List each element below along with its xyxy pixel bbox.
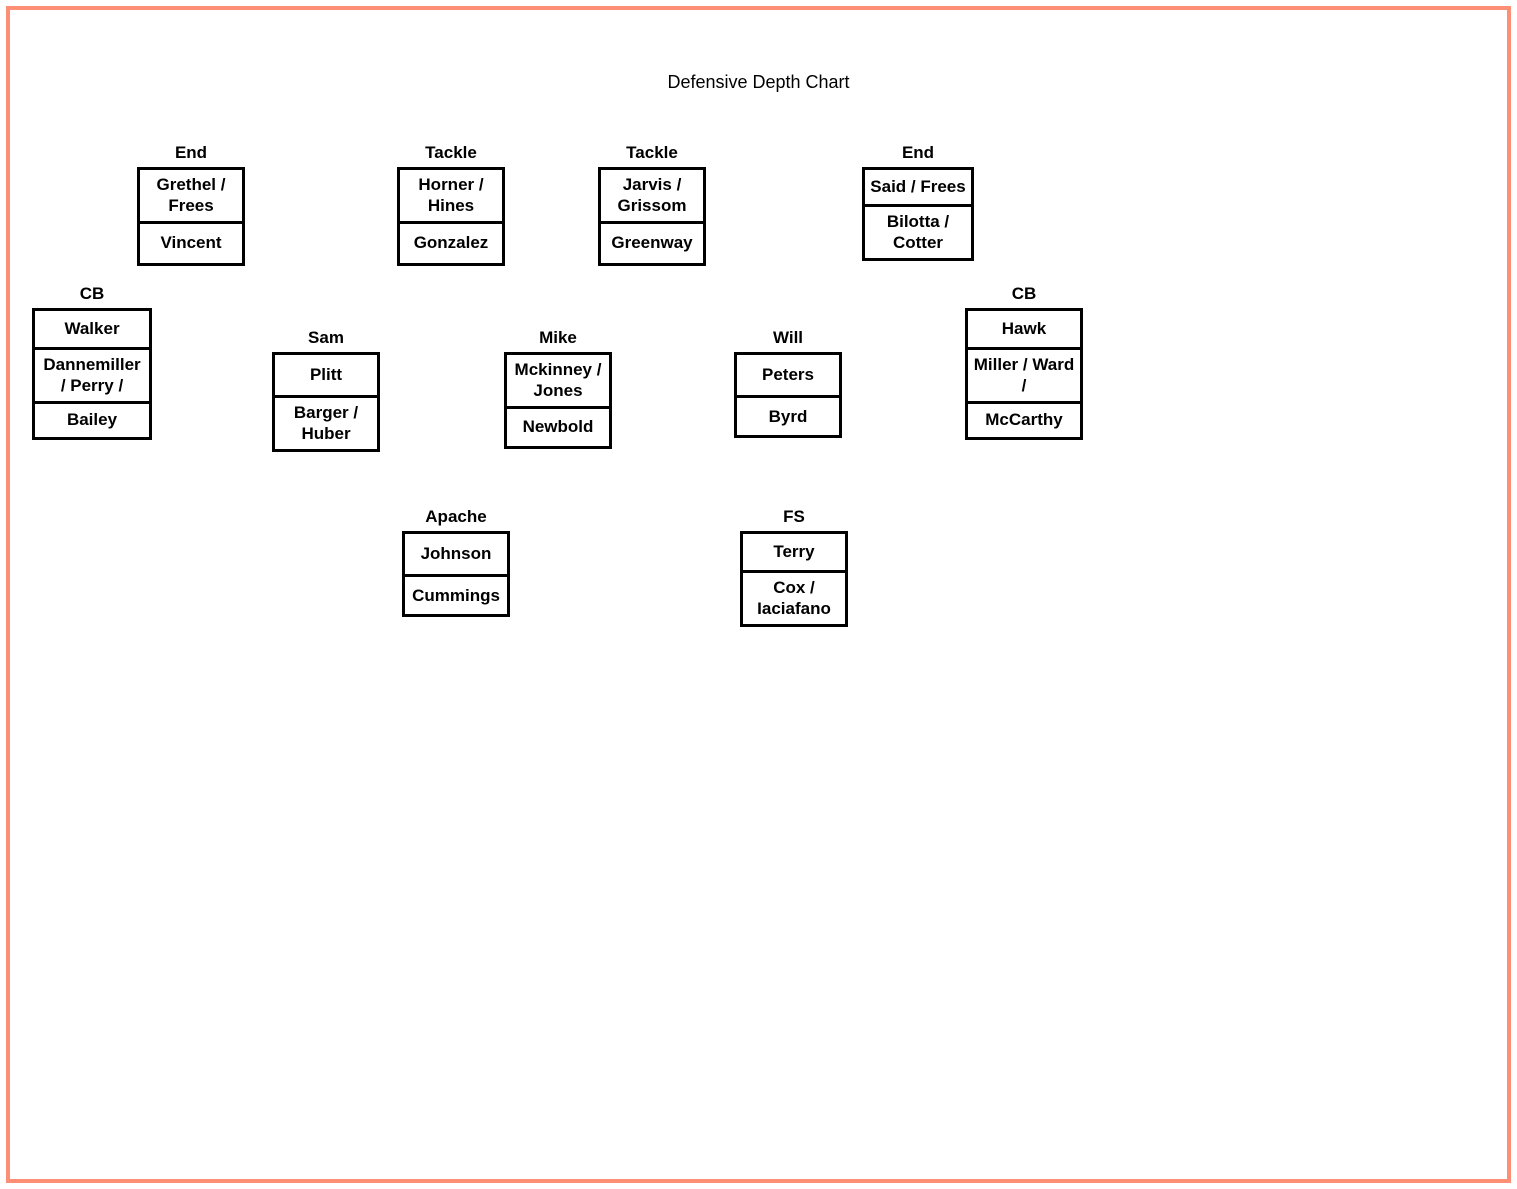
position-label: Tackle (425, 143, 477, 163)
depth-slot-1: Said / Frees (865, 170, 971, 204)
position-mike: Mike Mckinney / Jones Newbold (504, 328, 612, 449)
position-label: End (902, 143, 934, 163)
position-tackle-right: Tackle Jarvis / Grissom Greenway (598, 143, 706, 266)
depth-slot-1: Mckinney / Jones (507, 355, 609, 406)
depth-stack: Hawk Miller / Ward / McCarthy (965, 308, 1083, 440)
position-cb-left: CB Walker Dannemiller / Perry / Bailey (32, 284, 152, 440)
depth-slot-2: Newbold (507, 406, 609, 446)
depth-slot-2: Byrd (737, 395, 839, 435)
position-cb-right: CB Hawk Miller / Ward / McCarthy (965, 284, 1083, 440)
depth-stack: Horner / Hines Gonzalez (397, 167, 505, 266)
depth-stack: Grethel / Frees Vincent (137, 167, 245, 266)
depth-slot-2: Vincent (140, 221, 242, 263)
depth-slot-1: Horner / Hines (400, 170, 502, 221)
position-label: CB (80, 284, 105, 304)
position-label: Sam (308, 328, 344, 348)
depth-stack: Peters Byrd (734, 352, 842, 438)
chart-title: Defensive Depth Chart (10, 72, 1507, 93)
depth-slot-2: Miller / Ward / (968, 347, 1080, 401)
position-label: Tackle (626, 143, 678, 163)
position-label: FS (783, 507, 805, 527)
position-will: Will Peters Byrd (734, 328, 842, 438)
depth-stack: Johnson Cummings (402, 531, 510, 617)
depth-slot-1: Plitt (275, 355, 377, 395)
depth-slot-2: Greenway (601, 221, 703, 263)
position-end-right: End Said / Frees Bilotta / Cotter (862, 143, 974, 261)
depth-slot-2: Cox / Iaciafano (743, 570, 845, 624)
position-label: CB (1012, 284, 1037, 304)
depth-slot-1: Terry (743, 534, 845, 570)
depth-slot-1: Grethel / Frees (140, 170, 242, 221)
depth-stack: Said / Frees Bilotta / Cotter (862, 167, 974, 261)
depth-chart-canvas: Defensive Depth Chart End Grethel / Free… (10, 10, 1507, 1179)
position-sam: Sam Plitt Barger / Huber (272, 328, 380, 452)
depth-slot-2: Barger / Huber (275, 395, 377, 449)
depth-slot-2: Bilotta / Cotter (865, 204, 971, 258)
depth-stack: Plitt Barger / Huber (272, 352, 380, 452)
depth-slot-1: Johnson (405, 534, 507, 574)
page-frame: Defensive Depth Chart End Grethel / Free… (6, 6, 1511, 1183)
depth-slot-1: Peters (737, 355, 839, 395)
depth-slot-3: Bailey (35, 401, 149, 437)
position-label: Apache (425, 507, 486, 527)
depth-slot-2: Cummings (405, 574, 507, 614)
position-tackle-left: Tackle Horner / Hines Gonzalez (397, 143, 505, 266)
depth-slot-1: Hawk (968, 311, 1080, 347)
depth-stack: Walker Dannemiller / Perry / Bailey (32, 308, 152, 440)
depth-slot-1: Jarvis / Grissom (601, 170, 703, 221)
position-label: End (175, 143, 207, 163)
depth-slot-2: Dannemiller / Perry / (35, 347, 149, 401)
depth-stack: Jarvis / Grissom Greenway (598, 167, 706, 266)
position-label: Will (773, 328, 803, 348)
depth-stack: Mckinney / Jones Newbold (504, 352, 612, 449)
position-label: Mike (539, 328, 577, 348)
position-end-left: End Grethel / Frees Vincent (137, 143, 245, 266)
depth-stack: Terry Cox / Iaciafano (740, 531, 848, 627)
position-apache: Apache Johnson Cummings (402, 507, 510, 617)
depth-slot-1: Walker (35, 311, 149, 347)
position-fs: FS Terry Cox / Iaciafano (740, 507, 848, 627)
depth-slot-3: McCarthy (968, 401, 1080, 437)
depth-slot-2: Gonzalez (400, 221, 502, 263)
